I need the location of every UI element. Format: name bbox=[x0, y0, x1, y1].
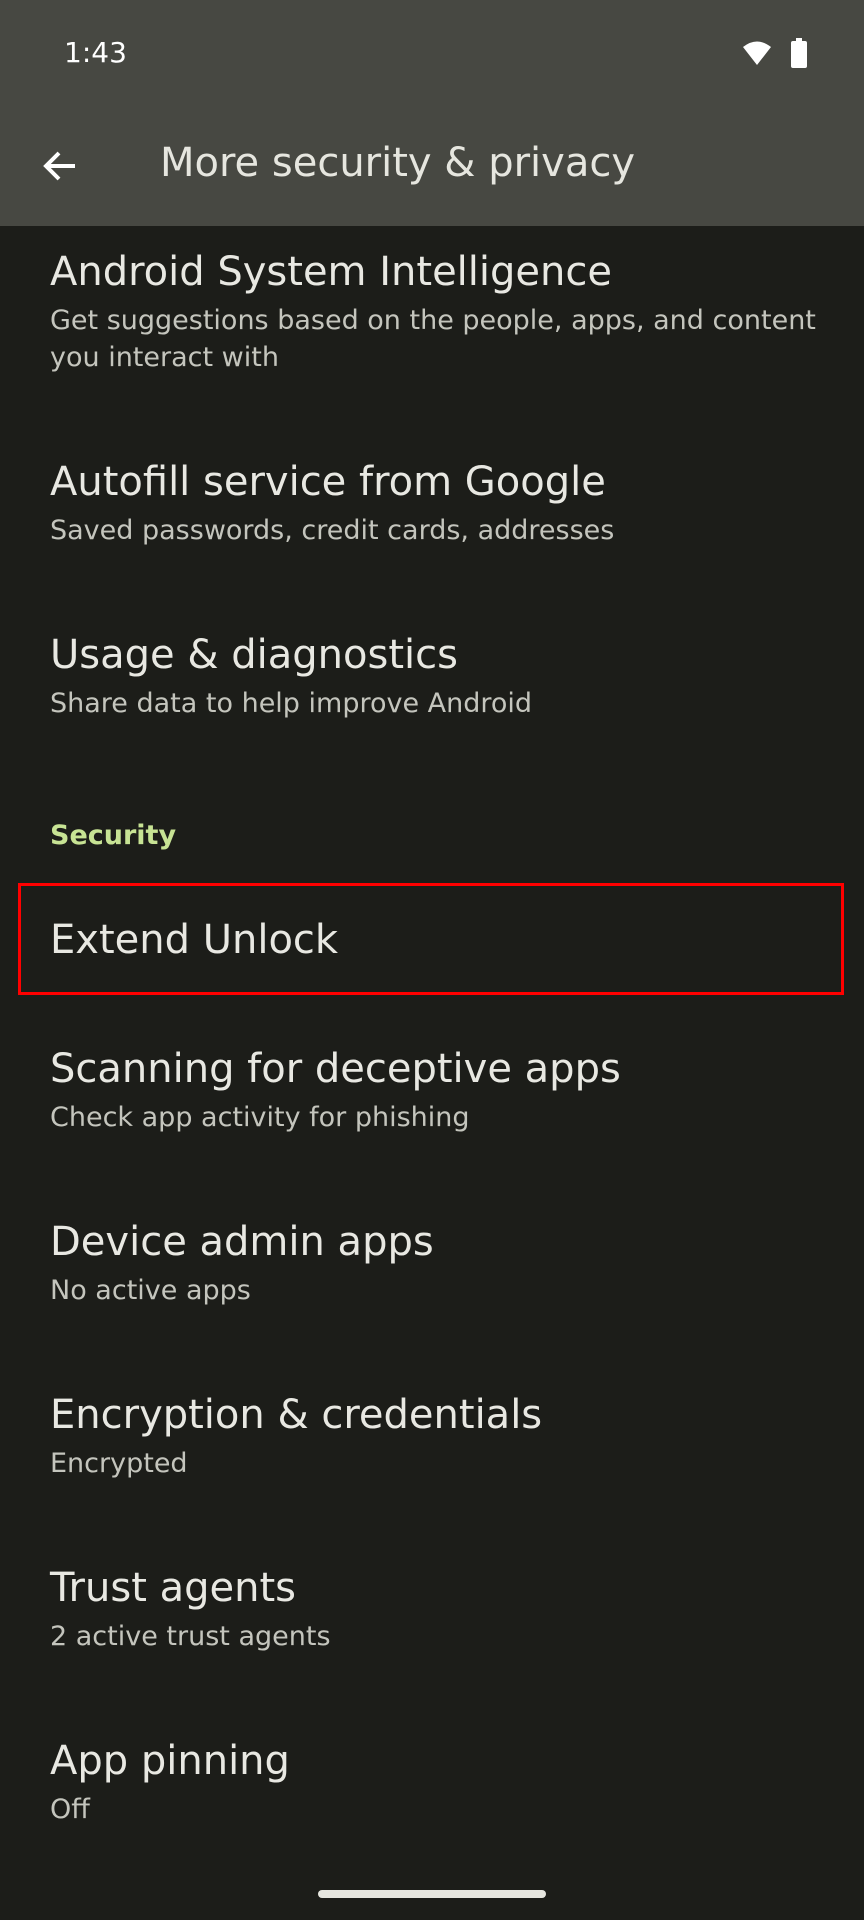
item-subtitle: Off bbox=[50, 1794, 90, 1825]
arrow-back-icon bbox=[42, 148, 78, 188]
item-subtitle: Share data to help improve Android bbox=[50, 688, 533, 719]
status-icons bbox=[742, 38, 808, 72]
item-title: Autofill service from Google bbox=[50, 459, 606, 505]
item-subtitle: Encrypted bbox=[50, 1448, 188, 1479]
item-subtitle: No active apps bbox=[50, 1275, 251, 1306]
battery-icon bbox=[790, 38, 808, 72]
item-subtitle: Check app activity for phishing bbox=[50, 1102, 470, 1133]
section-header-security: Security bbox=[50, 820, 177, 851]
item-subtitle: 2 active trust agents bbox=[50, 1621, 331, 1652]
item-title: Usage & diagnostics bbox=[50, 632, 458, 678]
list-item-autofill-service[interactable]: Autofill service from Google Saved passw… bbox=[50, 458, 820, 549]
list-item-device-admin-apps[interactable]: Device admin apps No active apps bbox=[50, 1218, 820, 1309]
list-item-android-system-intelligence[interactable]: Android System Intelligence Get suggesti… bbox=[50, 248, 820, 376]
list-item-usage-diagnostics[interactable]: Usage & diagnostics Share data to help i… bbox=[50, 631, 820, 722]
page-title: More security & privacy bbox=[160, 140, 635, 186]
home-indicator[interactable] bbox=[318, 1890, 546, 1898]
item-subtitle: Saved passwords, credit cards, addresses bbox=[50, 515, 615, 546]
app-bar: 1:43 More security & privacy bbox=[0, 0, 864, 226]
back-button[interactable] bbox=[28, 136, 92, 200]
status-time: 1:43 bbox=[64, 36, 127, 69]
item-title: Android System Intelligence bbox=[50, 249, 612, 295]
wifi-icon bbox=[742, 40, 772, 70]
item-title: Device admin apps bbox=[50, 1219, 434, 1265]
item-title: Trust agents bbox=[50, 1565, 296, 1611]
list-item-extend-unlock[interactable]: Extend Unlock bbox=[50, 916, 820, 964]
item-title: Scanning for deceptive apps bbox=[50, 1046, 621, 1092]
item-subtitle: Get suggestions based on the people, app… bbox=[50, 305, 816, 373]
list-item-trust-agents[interactable]: Trust agents 2 active trust agents bbox=[50, 1564, 820, 1655]
list-item-scanning-deceptive-apps[interactable]: Scanning for deceptive apps Check app ac… bbox=[50, 1045, 820, 1136]
item-title: App pinning bbox=[50, 1738, 290, 1784]
item-title: Extend Unlock bbox=[50, 917, 339, 963]
item-title: Encryption & credentials bbox=[50, 1392, 543, 1438]
list-item-app-pinning[interactable]: App pinning Off bbox=[50, 1737, 820, 1828]
list-item-encryption-credentials[interactable]: Encryption & credentials Encrypted bbox=[50, 1391, 820, 1482]
